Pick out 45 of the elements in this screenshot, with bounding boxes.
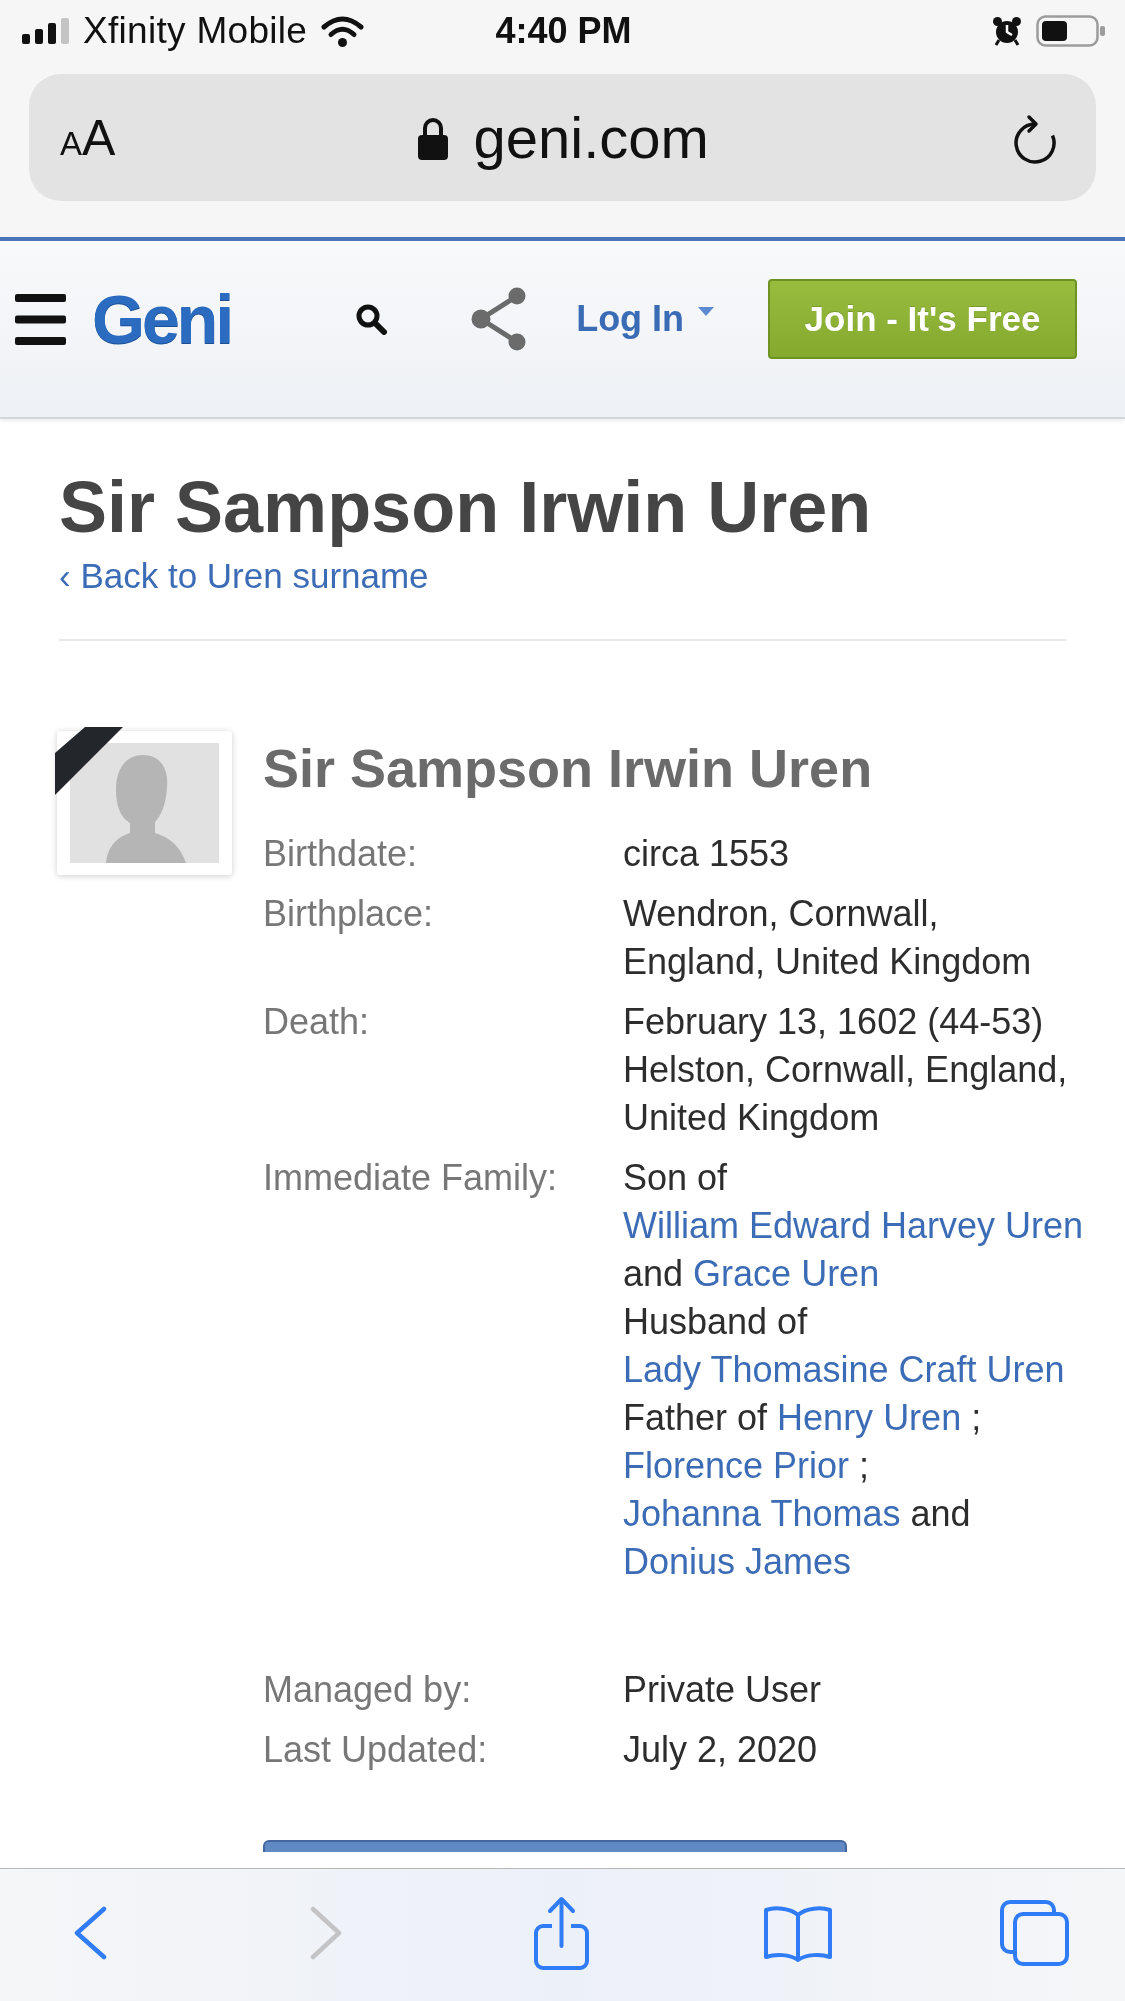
search-icon[interactable] [356,303,388,335]
person-link[interactable]: Lady Thomasine Craft Uren [623,1349,1065,1390]
back-link[interactable]: ‹ Back to Uren surname [59,555,429,597]
fact-value: Helston, Cornwall, England, United Kingdom [623,1048,1069,1140]
fact-label: Birthplace: [263,892,434,936]
person-link[interactable]: Florence Prior [623,1445,850,1486]
battery-icon [1036,15,1105,47]
family-relation-text: Son of William Edward Harvey Uren and Grace Uren [623,1156,1085,1296]
person-link[interactable]: Henry Uren [777,1397,962,1438]
person-link[interactable]: Grace Uren [693,1253,880,1294]
chevron-left-icon[interactable] [73,1906,108,1960]
tabs-icon[interactable] [1000,1900,1069,1966]
share-icon[interactable] [533,1896,590,1970]
alarm-clock-icon [992,16,1022,46]
fact-value: February 13, 1602 (44-53) [623,1000,1045,1044]
menu-icon[interactable] [15,293,66,345]
person-link[interactable]: Donius James [623,1541,852,1582]
wifi-icon [321,15,365,47]
carrier-name: Xfinity Mobile [83,9,308,53]
fact-value: circa 1553 [623,832,791,876]
share-icon[interactable] [471,287,528,351]
url-text: geni.com [473,103,709,172]
site-logo[interactable]: Geni [92,285,232,353]
book-icon[interactable] [763,1904,833,1962]
person-link[interactable]: Johanna Thomas [623,1493,901,1534]
family-relation-text: Husband of Lady Thomasine Craft Uren [623,1300,1066,1392]
fact-label: Birthdate: [263,832,418,876]
caret-icon [698,306,715,316]
page-title: Sir Sampson Irwin Uren [59,467,873,547]
family-relation-text: Father of Henry Uren ; Florence Prior ; Johanna Thomas and Donius James [623,1396,983,1584]
login-link[interactable]: Log In [576,297,715,341]
fact-value: July 2, 2020 [623,1728,819,1772]
status-time: 4:40 PM [495,9,632,53]
address-bar[interactable]: AA geni.com [29,74,1096,201]
fact-label: Death: [263,1000,370,1044]
signal-icon [22,18,69,44]
fact-value: Private User [623,1668,823,1712]
person-link[interactable]: William Edward Harvey Uren [623,1205,1084,1246]
fact-label: Last Updated: [263,1728,488,1772]
lock-icon [417,115,448,160]
fact-label: Managed by: [263,1668,472,1712]
profile-name: Sir Sampson Irwin Uren [263,738,874,798]
text-size-button[interactable]: AA [60,112,116,163]
fact-value: Wendron, Cornwall, England, United Kingdom [623,892,1033,984]
fact-label: Immediate Family: [263,1156,558,1200]
